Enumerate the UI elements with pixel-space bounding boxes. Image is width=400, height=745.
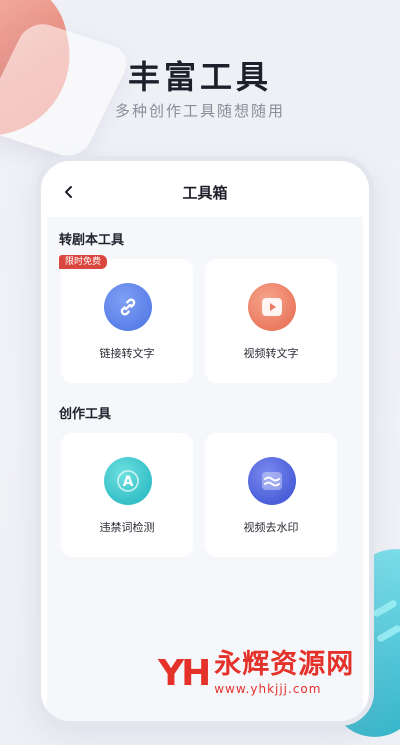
letter-a-icon: A (104, 457, 152, 505)
nav-bar: 工具箱 (47, 167, 363, 217)
phone-frame: 工具箱 转剧本工具 限时免费 链接转文字 视频转文字 创作工具 A 违禁词检测 … (36, 156, 374, 726)
svg-text:A: A (123, 474, 134, 490)
tool-card-banned-word-check[interactable]: A 违禁词检测 (61, 433, 193, 557)
tool-card-label: 视频去水印 (243, 521, 299, 534)
wave-image-icon (248, 457, 296, 505)
section-title-script-tools: 转剧本工具 (59, 233, 125, 248)
watermark-logo: YH (158, 652, 211, 694)
section-title-creation-tools: 创作工具 (59, 407, 112, 422)
tool-card-video-to-text[interactable]: 视频转文字 (205, 259, 337, 383)
hero-title: 丰富工具 (127, 58, 272, 96)
watermark-name: 永辉资源网 (214, 649, 355, 680)
page-title: 工具箱 (182, 183, 228, 202)
watermark-url: www.yhkjjj.com (214, 682, 322, 696)
tool-card-label: 链接转文字 (99, 347, 155, 360)
back-button[interactable] (57, 180, 81, 204)
tool-card-remove-watermark[interactable]: 视频去水印 (205, 433, 337, 557)
tool-card-label: 违禁词检测 (99, 521, 155, 534)
tool-card-link-to-text[interactable]: 限时免费 链接转文字 (59, 255, 193, 383)
video-play-icon (248, 283, 296, 331)
tool-card-label: 视频转文字 (243, 347, 299, 360)
limited-free-badge: 限时免费 (59, 255, 108, 269)
app-screen: 工具箱 转剧本工具 限时免费 链接转文字 视频转文字 创作工具 A 违禁词检测 … (47, 167, 363, 721)
hero-subtitle: 多种创作工具随想随用 (114, 102, 285, 120)
chevron-left-icon (65, 186, 72, 198)
link-icon (104, 283, 152, 331)
site-watermark: YH 永辉资源网 www.yhkjjj.com (158, 649, 355, 697)
